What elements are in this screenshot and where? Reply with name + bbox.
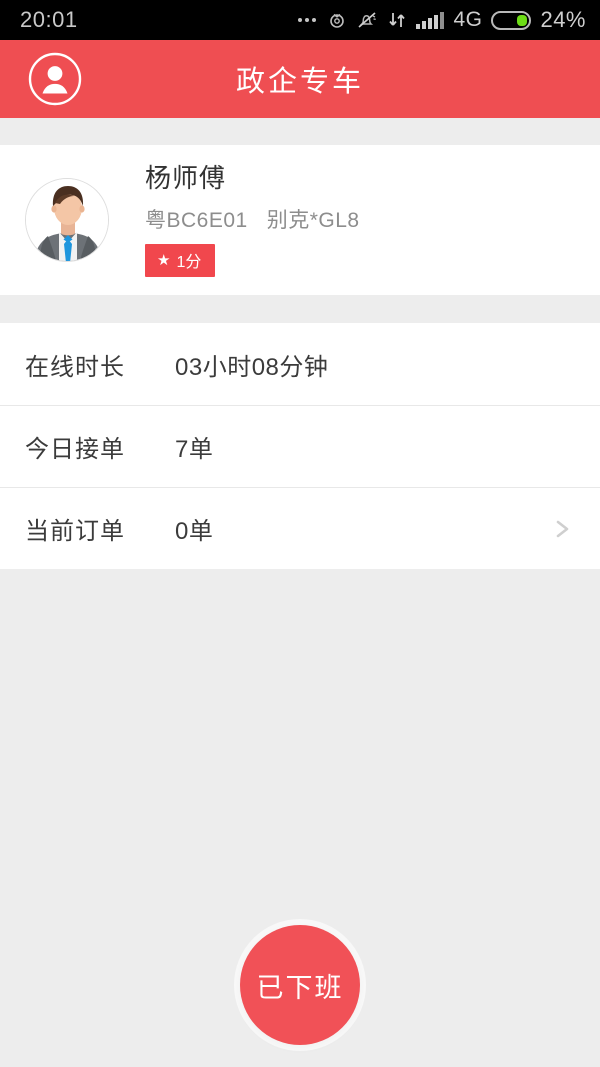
- stats-card: 在线时长 03小时08分钟 今日接单 7单 当前订单 0单: [0, 323, 600, 569]
- more-dots-icon: [298, 18, 317, 22]
- stat-row-current-orders[interactable]: 当前订单 0单: [0, 487, 600, 569]
- header-spacer: [0, 118, 600, 145]
- status-bar: 20:01 4G 24%: [0, 0, 600, 40]
- signal-bars-icon: [416, 11, 445, 29]
- stat-value: 0单: [175, 518, 214, 545]
- driver-name: 杨师傅: [145, 162, 227, 193]
- off-duty-button[interactable]: 已下班: [240, 925, 360, 1045]
- chevron-right-icon[interactable]: [554, 514, 572, 544]
- star-icon: ★: [157, 251, 171, 269]
- stat-row-online-duration: 在线时长 03小时08分钟: [0, 323, 600, 405]
- data-transfer-icon: [387, 10, 407, 30]
- network-type-label: 4G: [453, 8, 483, 31]
- alarm-icon: [327, 10, 347, 30]
- user-circle-icon[interactable]: [27, 51, 83, 107]
- page-title: 政企专车: [235, 66, 364, 98]
- stat-value: 7单: [175, 436, 214, 463]
- stat-label: 在线时长: [25, 353, 125, 381]
- status-badge: ★ 1分: [145, 244, 216, 278]
- driver-details: 杨师傅 粤BC6E01 别克*GL8 ★ 1分: [145, 162, 360, 278]
- battery-percent-label: 24%: [540, 7, 586, 32]
- status-bar-clock: 20:01: [20, 7, 78, 32]
- mute-bell-icon: [356, 10, 378, 30]
- status-bar-icons: 4G 24%: [298, 7, 586, 33]
- driver-vehicle-line: 粤BC6E01 别克*GL8: [145, 209, 360, 233]
- card-spacer: [0, 295, 600, 323]
- duty-button-area: 已下班: [0, 925, 600, 1045]
- driver-info-card[interactable]: 杨师傅 粤BC6E01 别克*GL8 ★ 1分: [0, 145, 600, 295]
- stat-row-today-orders: 今日接单 7单: [0, 405, 600, 487]
- rating-value: 1分: [176, 254, 202, 272]
- battery-icon: [491, 10, 532, 30]
- driver-photo-avatar: [25, 178, 109, 262]
- stat-label: 今日接单: [25, 436, 125, 463]
- stat-value: 03小时08分钟: [175, 353, 329, 381]
- stat-label: 当前订单: [25, 518, 125, 545]
- app-header: 政企专车: [0, 40, 600, 118]
